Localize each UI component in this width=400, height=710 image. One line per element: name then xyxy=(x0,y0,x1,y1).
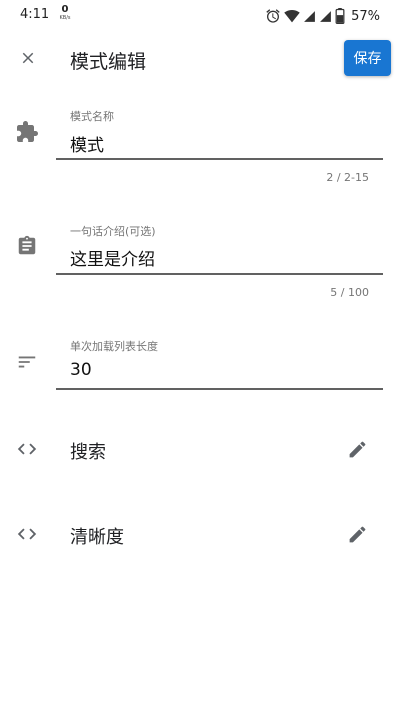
mode-name-value[interactable]: 模式 xyxy=(70,131,104,156)
list-length-label: 单次加载列表长度 xyxy=(70,340,158,353)
intro-underline xyxy=(56,273,383,275)
list-length-value[interactable]: 30 xyxy=(70,360,92,380)
close-icon xyxy=(22,52,34,64)
signal-icon xyxy=(320,10,332,22)
search-label: 搜索 xyxy=(70,442,106,463)
code-icon xyxy=(15,522,39,546)
list-length-field[interactable]: 单次加载列表长度 30 xyxy=(56,330,383,400)
signal-icon xyxy=(304,10,316,22)
intro-value[interactable]: 这里是介绍 xyxy=(70,245,155,270)
status-bar: 4:11 0 KB/s 57% xyxy=(0,0,400,32)
list-item-search[interactable]: 搜索 xyxy=(0,421,400,477)
status-time: 4:11 xyxy=(20,7,50,22)
code-icon xyxy=(15,437,39,461)
mode-name-label: 模式名称 xyxy=(70,110,114,123)
network-speed: 0 KB/s xyxy=(56,4,74,22)
status-icons: 57% xyxy=(265,6,380,26)
toolbar: 模式编辑 保存 xyxy=(0,32,400,88)
intro-counter: 5 / 100 xyxy=(330,286,369,299)
page-title: 模式编辑 xyxy=(70,51,147,73)
save-button[interactable]: 保存 xyxy=(344,40,391,76)
mode-name-underline xyxy=(56,158,383,160)
edit-search-button[interactable] xyxy=(343,435,371,463)
intro-label: 一句话介绍(可选) xyxy=(70,225,156,238)
battery-icon xyxy=(335,8,345,24)
alarm-icon xyxy=(266,9,280,23)
list-length-underline xyxy=(56,388,383,390)
wifi-icon xyxy=(284,10,300,23)
list-item-resolution[interactable]: 清晰度 xyxy=(0,506,400,562)
battery-percent: 57% xyxy=(351,8,380,24)
network-speed-value: 0 xyxy=(61,4,69,15)
intro-field[interactable]: 一句话介绍(可选) 这里是介绍 xyxy=(56,215,383,295)
close-button[interactable] xyxy=(12,42,44,74)
puzzle-icon xyxy=(15,120,39,144)
clipboard-icon xyxy=(15,234,39,258)
edit-resolution-button[interactable] xyxy=(343,520,371,548)
mode-name-counter: 2 / 2-15 xyxy=(326,171,369,184)
pencil-icon xyxy=(349,526,365,542)
pencil-icon xyxy=(349,441,365,457)
resolution-label: 清晰度 xyxy=(70,527,124,548)
network-speed-unit: KB/s xyxy=(59,15,71,21)
sort-icon xyxy=(15,350,39,374)
